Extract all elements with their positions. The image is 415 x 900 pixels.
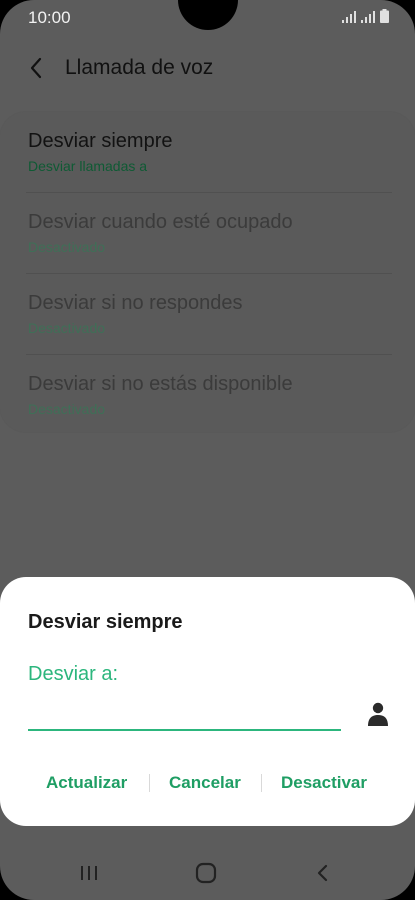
forward-option-no-answer[interactable]: Desviar si no respondes Desactivado xyxy=(28,274,390,354)
option-title: Desviar cuando esté ocupado xyxy=(28,211,293,233)
option-subtitle: Desactivado xyxy=(28,401,106,417)
option-title: Desviar si no estás disponible xyxy=(28,373,293,395)
app-header: Llamada de voz xyxy=(0,42,415,92)
chevron-left-icon xyxy=(30,57,42,79)
signal-icon xyxy=(361,11,375,23)
forward-option-busy[interactable]: Desviar cuando esté ocupado Desactivado xyxy=(28,193,390,273)
action-separator xyxy=(149,774,150,792)
forward-dialog: Desviar siempre Desviar a: Actualizar Ca… xyxy=(0,577,415,826)
camera-notch xyxy=(178,0,238,30)
home-button[interactable] xyxy=(191,858,221,888)
back-icon xyxy=(317,864,328,882)
action-separator xyxy=(261,774,262,792)
cancel-button[interactable]: Cancelar xyxy=(169,767,241,799)
option-subtitle: Desviar llamadas a xyxy=(28,158,148,174)
option-subtitle: Desactivado xyxy=(28,320,106,336)
forward-option-always[interactable]: Desviar siempre Desviar llamadas a xyxy=(28,112,390,192)
recent-apps-button[interactable] xyxy=(74,858,104,888)
person-icon xyxy=(368,702,388,726)
page-title: Llamada de voz xyxy=(65,56,214,79)
option-title: Desviar si no respondes xyxy=(28,292,243,314)
recent-apps-icon xyxy=(81,866,97,880)
option-subtitle: Desactivado xyxy=(28,239,106,255)
option-title: Desviar siempre xyxy=(28,130,173,152)
dialog-actions: Actualizar Cancelar Desactivar xyxy=(0,767,415,799)
forward-option-unreachable[interactable]: Desviar si no estás disponible Desactiva… xyxy=(28,355,390,435)
status-icons xyxy=(342,9,389,23)
forward-number-input[interactable] xyxy=(28,695,341,731)
battery-icon xyxy=(380,9,389,23)
forward-to-label: Desviar a: xyxy=(28,663,119,685)
system-nav-bar xyxy=(0,846,415,900)
back-button[interactable] xyxy=(22,54,50,82)
dialog-title: Desviar siempre xyxy=(28,611,183,633)
signal-icon xyxy=(342,11,356,23)
contacts-button[interactable] xyxy=(364,699,392,729)
update-button[interactable]: Actualizar xyxy=(46,767,127,799)
status-time: 10:00 xyxy=(28,8,71,27)
phone-screen: 10:00 Llamada de voz Desviar siempre Des… xyxy=(0,0,415,900)
nav-back-button[interactable] xyxy=(307,858,337,888)
forward-options-card: Desviar siempre Desviar llamadas a Desvi… xyxy=(0,112,415,432)
home-icon xyxy=(195,862,217,884)
deactivate-button[interactable]: Desactivar xyxy=(281,767,367,799)
